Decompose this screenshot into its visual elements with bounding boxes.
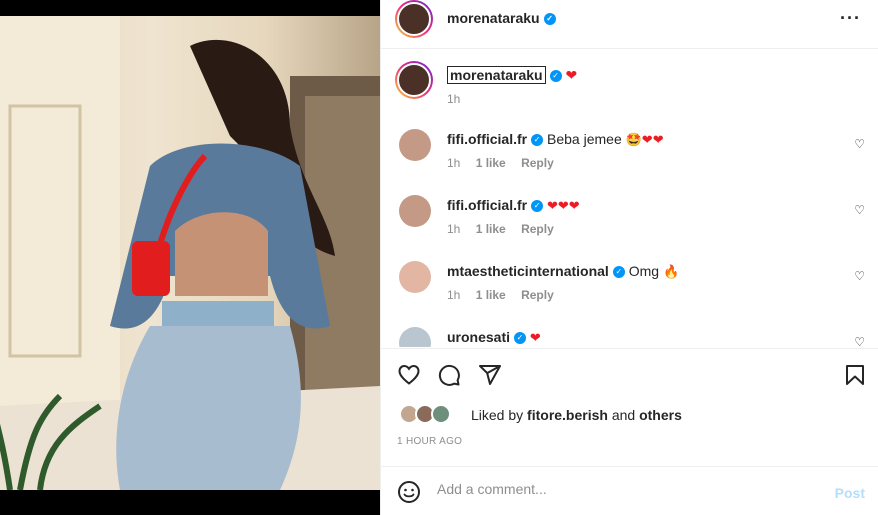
emoji-icon[interactable] [397,480,421,504]
post-header: morenataraku ✓ ··· [381,0,878,38]
post-media[interactable] [0,0,380,515]
comment-like-heart-icon[interactable]: ♡ [854,269,865,283]
comment-text: uronesati ✓ ❤ [447,329,541,346]
likes-summary: Liked by fitore.berish and others [397,404,867,426]
comment-like-heart-icon[interactable]: ♡ [854,203,865,217]
comment-meta: 1h 1 like Reply [447,156,566,170]
comment-composer: Post [381,466,878,515]
action-bar [381,355,878,395]
reply-button[interactable]: Reply [521,288,554,302]
comment-likes[interactable]: 1 like [476,288,506,302]
commenter-username[interactable]: uronesati [447,329,510,345]
likes-prefix: Liked by [471,407,524,423]
verified-icon: ✓ [514,332,527,345]
comment-meta: 1h 1 like Reply [447,222,566,236]
caption-text: morenataraku ✓ ❤ [447,66,578,84]
caption-row: morenataraku ✓ ❤ 1h [381,59,878,109]
comment-text: mtaestheticinternational ✓ Omg 🔥 [447,263,679,280]
comment-likes[interactable]: 1 like [476,156,506,170]
verified-icon: ✓ [531,134,544,147]
comment-icon[interactable] [437,363,461,387]
comment-row: fifi.official.fr ✓ ❤❤❤ 1h 1 like Reply ♡ [381,191,878,249]
commenter-username[interactable]: mtaestheticinternational [447,263,609,279]
comment-like-heart-icon[interactable]: ♡ [854,335,865,347]
comment-body: Omg [628,263,660,279]
verified-icon: ✓ [543,13,556,26]
likes-text: Liked by fitore.berish and others [471,407,682,423]
comment-text: fifi.official.fr ✓ ❤❤❤ [447,197,580,214]
commenter-username[interactable]: fifi.official.fr [447,131,527,147]
liker-avatar[interactable] [431,404,451,424]
comment-likes[interactable]: 1 like [476,222,506,236]
commenter-avatar[interactable] [399,129,431,161]
reply-button[interactable]: Reply [521,222,554,236]
comment-time[interactable]: 1h [447,288,460,302]
share-icon[interactable] [478,363,502,387]
commenter-username[interactable]: fifi.official.fr [447,197,527,213]
caption-avatar[interactable] [395,61,433,99]
author-username-row[interactable]: morenataraku ✓ [447,10,556,26]
comment-time[interactable]: 1h [447,222,460,236]
comment-like-heart-icon[interactable]: ♡ [854,137,865,151]
verified-icon: ✓ [549,70,562,83]
commenter-avatar[interactable] [399,195,431,227]
photo-illustration [0,16,380,490]
likes-others-link[interactable]: others [639,407,682,423]
comments-divider [381,348,878,349]
caption-username[interactable]: morenataraku [447,66,546,84]
post-photo[interactable] [0,16,380,490]
verified-icon: ✓ [531,200,544,213]
commenter-avatar[interactable] [399,327,431,347]
comment-text: fifi.official.fr ✓ Beba jemee 🤩❤❤ [447,131,664,148]
comments-list[interactable]: morenataraku ✓ ❤ 1h fifi.official.fr ✓ Beb… [381,49,878,347]
bookmark-icon[interactable] [843,363,867,387]
liker-username[interactable]: fitore.berish [527,407,608,423]
caption-heart: ❤ [565,67,578,83]
likes-and: and [611,407,636,423]
comment-emoji: ❤ [529,330,541,345]
caption-time[interactable]: 1h [447,92,460,106]
comment-time[interactable]: 1h [447,156,460,170]
comment-meta: 1h 1 like Reply [447,288,566,302]
heart-icon[interactable] [397,363,421,387]
reply-button[interactable]: Reply [521,156,554,170]
post-button[interactable]: Post [835,485,865,501]
comment-emoji: 🤩❤❤ [625,132,664,147]
comment-row: fifi.official.fr ✓ Beba jemee 🤩❤❤ 1h 1 li… [381,125,878,183]
commenter-avatar[interactable] [399,261,431,293]
comment-emoji: ❤❤❤ [547,198,580,213]
post-panel: morenataraku ✓ ··· morenataraku ✓ ❤ 1h fif… [380,0,878,515]
post-timestamp[interactable]: 1 HOUR AGO [397,436,462,447]
comment-body: Beba jemee [547,131,622,147]
more-icon[interactable]: ··· [840,8,861,29]
comment-emoji: 🔥 [662,264,680,279]
comment-row: uronesati ✓ ❤ ♡ [381,323,878,347]
author-avatar[interactable] [395,0,433,38]
caption-meta: 1h [447,92,472,106]
comment-row: mtaestheticinternational ✓ Omg 🔥 1h 1 lik… [381,257,878,315]
verified-icon: ✓ [612,266,625,279]
comment-input[interactable] [437,481,817,497]
author-username[interactable]: morenataraku [447,10,540,26]
